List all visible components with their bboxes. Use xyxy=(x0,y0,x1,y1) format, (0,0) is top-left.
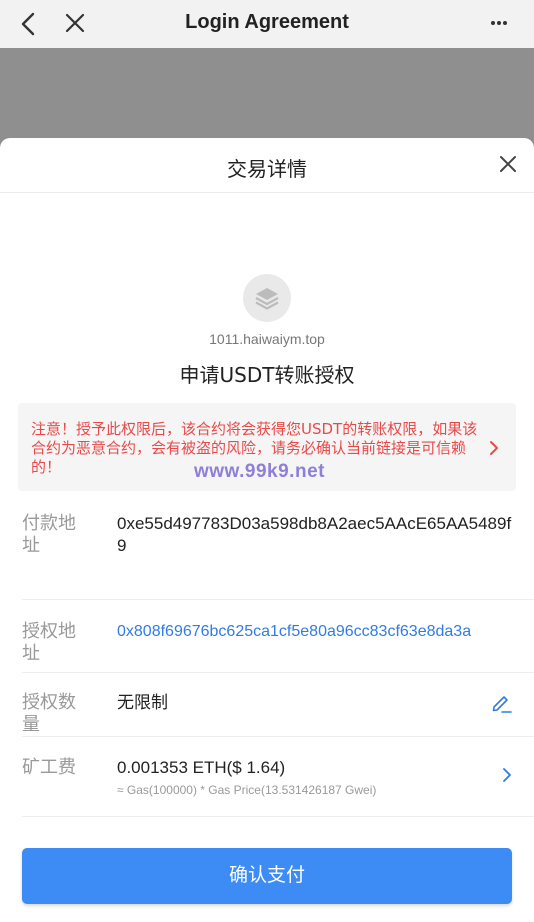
payer-label: 付款地址 xyxy=(22,513,76,556)
chevron-right-icon[interactable] xyxy=(502,767,512,783)
spender-address-link[interactable]: 0x808f69676bc625ca1cf5e80a96cc83cf63e8da… xyxy=(117,621,517,643)
confirm-payment-button[interactable]: 确认支付 xyxy=(22,848,512,904)
close-icon[interactable] xyxy=(498,154,518,174)
spender-label: 授权地址 xyxy=(22,621,76,664)
transaction-sheet: 交易详情 1011.haiwaiym.top 申请USDT转账授权 注意！授予此… xyxy=(0,138,534,922)
sheet-title: 交易详情 xyxy=(227,157,307,181)
edit-icon[interactable] xyxy=(490,692,512,714)
amount-value: 无限制 xyxy=(117,693,168,713)
layers-icon xyxy=(255,288,279,310)
payer-row: 付款地址 0xe55d497783D03a598db8A2aec5AAcE65A… xyxy=(22,513,534,600)
dapp-avatar xyxy=(243,274,291,322)
fee-row[interactable]: 矿工费 0.001353 ETH($ 1.64) ≈ Gas(100000) *… xyxy=(22,737,534,817)
fee-detail: ≈ Gas(100000) * Gas Price(13.531426187 G… xyxy=(117,783,377,797)
request-title: 申请USDT转账授权 xyxy=(179,363,355,387)
more-icon[interactable] xyxy=(490,14,508,32)
watermark: www.99k9.net xyxy=(194,461,325,482)
spender-row: 授权地址 0x808f69676bc625ca1cf5e80a96cc83cf6… xyxy=(22,600,534,673)
page-title: Login Agreement xyxy=(185,11,349,33)
fee-label: 矿工费 xyxy=(22,757,76,778)
modal-backdrop[interactable] xyxy=(0,48,534,138)
amount-row: 授权数量 无限制 xyxy=(22,673,534,737)
browser-topbar: Login Agreement xyxy=(0,0,534,48)
amount-label: 授权数量 xyxy=(22,692,76,735)
payer-address: 0xe55d497783D03a598db8A2aec5AAcE65AA5489… xyxy=(117,514,512,555)
fee-value: 0.001353 ETH($ 1.64) xyxy=(117,758,286,777)
dapp-domain: 1011.haiwaiym.top xyxy=(209,331,325,347)
chevron-right-icon xyxy=(488,440,500,456)
sheet-header: 交易详情 xyxy=(0,138,534,193)
